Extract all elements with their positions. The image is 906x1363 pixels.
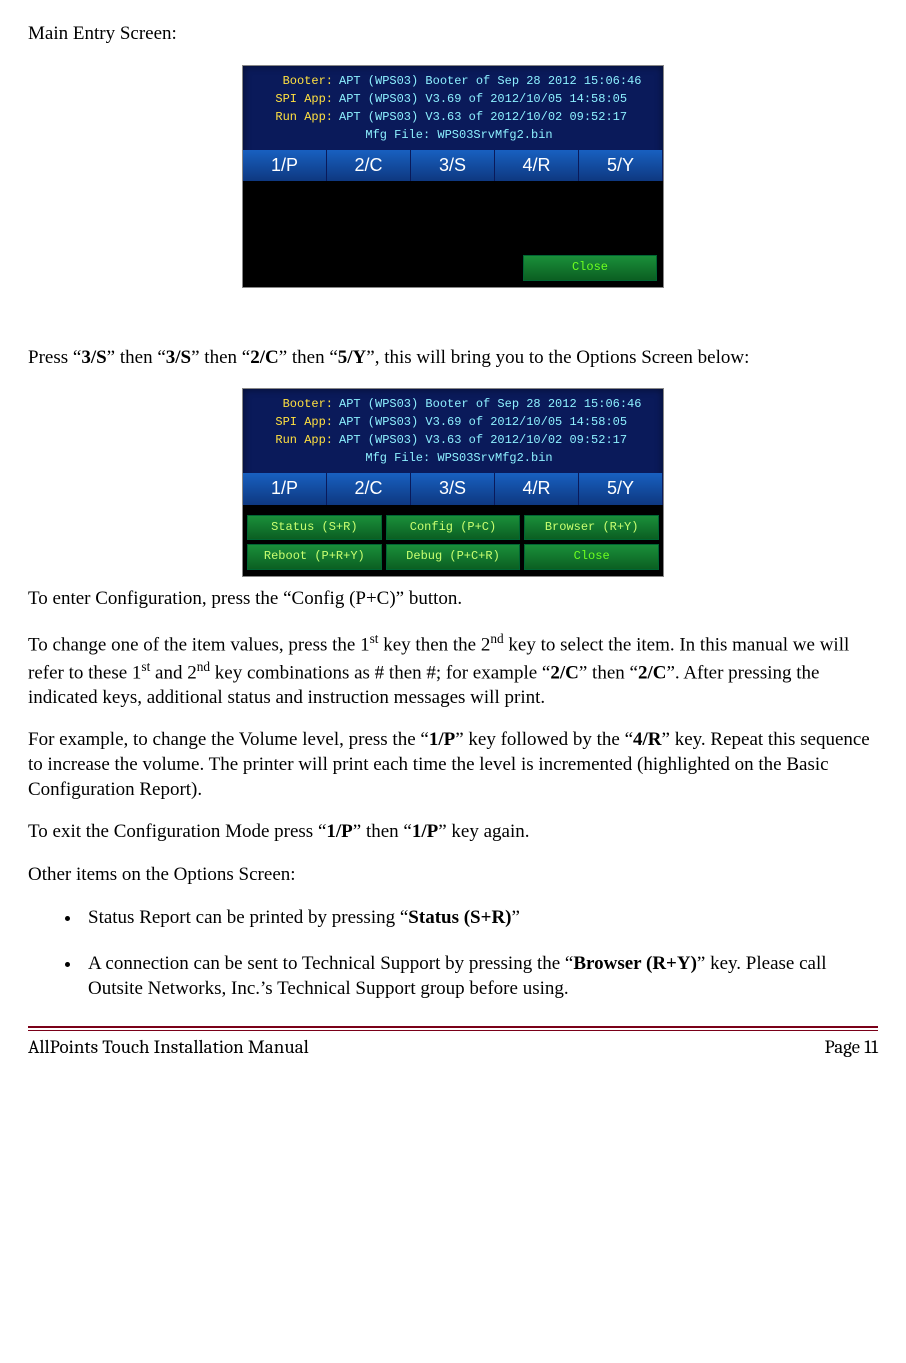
text: ” then “ bbox=[279, 347, 338, 368]
run-label: Run App: bbox=[261, 108, 333, 126]
key-ref: 3/S bbox=[81, 347, 106, 368]
sup: st bbox=[370, 631, 379, 646]
browser-button[interactable]: Browser (R+Y) bbox=[524, 515, 659, 541]
footer-title: AllPoints Touch Installation Manual bbox=[28, 1035, 309, 1060]
press-sequence-paragraph: Press “3/S” then “3/S” then “2/C” then “… bbox=[28, 346, 878, 371]
text: ” then “ bbox=[579, 662, 638, 683]
key-4r[interactable]: 4/R bbox=[495, 150, 579, 181]
text: Status Report can be printed by pressing… bbox=[88, 907, 408, 928]
mfg-file: Mfg File: WPS03SrvMfg2.bin bbox=[261, 449, 657, 467]
text: To exit the Configuration Mode press “ bbox=[28, 821, 326, 842]
other-items-heading: Other items on the Options Screen: bbox=[28, 863, 878, 888]
key-ref: 2/C bbox=[638, 662, 667, 683]
text: ” then “ bbox=[191, 347, 250, 368]
sup: nd bbox=[490, 631, 503, 646]
spi-value: APT (WPS03) V3.69 of 2012/10/05 14:58:05 bbox=[339, 415, 627, 429]
key-1p[interactable]: 1/P bbox=[243, 473, 327, 504]
list-item: Status Report can be printed by pressing… bbox=[82, 906, 878, 931]
booter-label: Booter: bbox=[261, 72, 333, 90]
text: and 2 bbox=[150, 662, 196, 683]
key-ref: 2/C bbox=[250, 347, 279, 368]
sup: nd bbox=[197, 659, 210, 674]
text: key combinations as # then #; for exampl… bbox=[210, 662, 550, 683]
text: ” then “ bbox=[107, 347, 166, 368]
debug-button[interactable]: Debug (P+C+R) bbox=[386, 544, 521, 570]
key-2c[interactable]: 2/C bbox=[327, 150, 411, 181]
volume-example-paragraph: For example, to change the Volume level,… bbox=[28, 728, 878, 802]
text: Press “ bbox=[28, 347, 81, 368]
footer-page: Page 11 bbox=[824, 1035, 878, 1060]
text: For example, to change the Volume level,… bbox=[28, 729, 429, 750]
boot-info: Booter: APT (WPS03) Booter of Sep 28 2012… bbox=[243, 66, 663, 150]
text: ” then “ bbox=[353, 821, 412, 842]
blank-area bbox=[243, 181, 663, 251]
close-button[interactable]: Close bbox=[524, 544, 659, 570]
run-label: Run App: bbox=[261, 431, 333, 449]
key-5y[interactable]: 5/Y bbox=[579, 150, 663, 181]
config-button[interactable]: Config (P+C) bbox=[386, 515, 521, 541]
booter-value: APT (WPS03) Booter of Sep 28 2012 15:06:… bbox=[339, 74, 641, 88]
key-ref: 3/S bbox=[166, 347, 191, 368]
section-heading: Main Entry Screen: bbox=[28, 22, 878, 47]
key-ref: 5/Y bbox=[338, 347, 367, 368]
main-entry-screenshot: Booter: APT (WPS03) Booter of Sep 28 2012… bbox=[242, 65, 664, 288]
text: ” key again. bbox=[438, 821, 529, 842]
key-5y[interactable]: 5/Y bbox=[579, 473, 663, 504]
key-ref: 2/C bbox=[550, 662, 579, 683]
key-ref: 1/P bbox=[326, 821, 352, 842]
exit-paragraph: To exit the Configuration Mode press “1/… bbox=[28, 820, 878, 845]
key-ref: 1/P bbox=[429, 729, 455, 750]
text: To change one of the item values, press … bbox=[28, 634, 370, 655]
key-ref: 4/R bbox=[633, 729, 662, 750]
status-button[interactable]: Status (S+R) bbox=[247, 515, 382, 541]
key-ref: Browser (R+Y) bbox=[573, 953, 697, 974]
key-ref: Status (S+R) bbox=[408, 907, 511, 928]
sup: st bbox=[141, 659, 150, 674]
change-item-paragraph: To change one of the item values, press … bbox=[28, 630, 878, 711]
text: key then the 2 bbox=[379, 634, 491, 655]
key-4r[interactable]: 4/R bbox=[495, 473, 579, 504]
spi-value: APT (WPS03) V3.69 of 2012/10/05 14:58:05 bbox=[339, 92, 627, 106]
config-paragraph: To enter Configuration, press the “Confi… bbox=[28, 587, 878, 612]
booter-label: Booter: bbox=[261, 395, 333, 413]
key-ref: 1/P bbox=[412, 821, 438, 842]
booter-value: APT (WPS03) Booter of Sep 28 2012 15:06:… bbox=[339, 397, 641, 411]
text: ” bbox=[512, 907, 520, 928]
options-list: Status Report can be printed by pressing… bbox=[28, 906, 878, 1002]
key-3s[interactable]: 3/S bbox=[411, 473, 495, 504]
run-value: APT (WPS03) V3.63 of 2012/10/02 09:52:17 bbox=[339, 433, 627, 447]
boot-info: Booter: APT (WPS03) Booter of Sep 28 2012… bbox=[243, 389, 663, 473]
key-1p[interactable]: 1/P bbox=[243, 150, 327, 181]
spi-label: SPI App: bbox=[261, 413, 333, 431]
text: ” key followed by the “ bbox=[455, 729, 633, 750]
key-3s[interactable]: 3/S bbox=[411, 150, 495, 181]
options-screenshot: Booter: APT (WPS03) Booter of Sep 28 2012… bbox=[242, 388, 664, 577]
footer-divider bbox=[28, 1026, 878, 1031]
text: A connection can be sent to Technical Su… bbox=[88, 953, 573, 974]
text: ”, this will bring you to the Options Sc… bbox=[366, 347, 749, 368]
reboot-button[interactable]: Reboot (P+R+Y) bbox=[247, 544, 382, 570]
key-2c[interactable]: 2/C bbox=[327, 473, 411, 504]
spi-label: SPI App: bbox=[261, 90, 333, 108]
list-item: A connection can be sent to Technical Su… bbox=[82, 952, 878, 1001]
mfg-file: Mfg File: WPS03SrvMfg2.bin bbox=[261, 126, 657, 144]
close-button[interactable]: Close bbox=[523, 255, 657, 281]
run-value: APT (WPS03) V3.63 of 2012/10/02 09:52:17 bbox=[339, 110, 627, 124]
